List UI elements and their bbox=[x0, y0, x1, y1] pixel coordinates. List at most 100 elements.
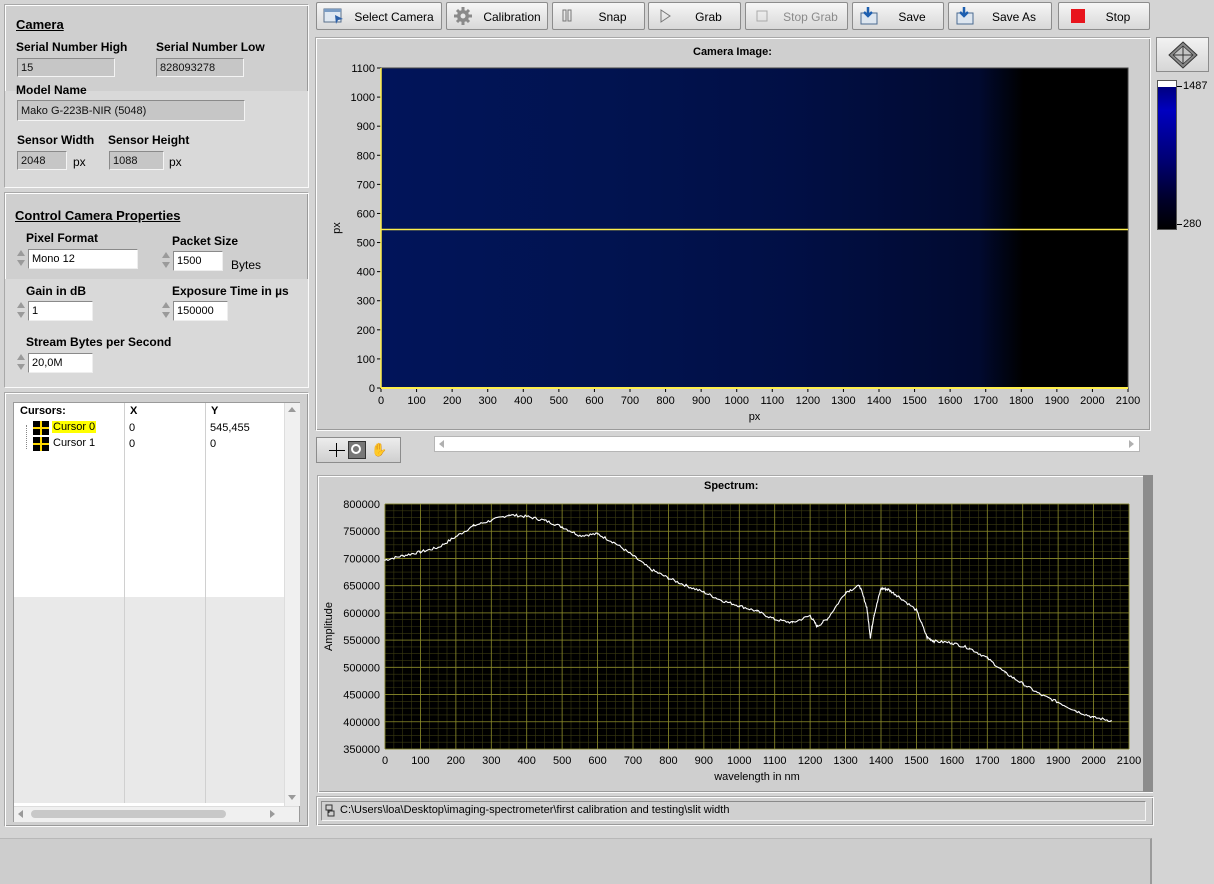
spectrum-point bbox=[873, 615, 875, 617]
x-tick-label: 1900 bbox=[1045, 395, 1069, 407]
save-as-label: Save As bbox=[991, 10, 1037, 24]
x-tick-label: 600 bbox=[585, 395, 603, 407]
cursor-move-tool-icon[interactable] bbox=[328, 443, 346, 457]
pixel-format-select[interactable]: Mono 12 bbox=[28, 249, 138, 269]
spectrum-point bbox=[756, 610, 758, 612]
gain-input[interactable]: 1 bbox=[28, 301, 93, 321]
color-ramp[interactable] bbox=[1157, 80, 1177, 230]
save-label: Save bbox=[898, 10, 926, 24]
select-camera-button[interactable]: Select Camera bbox=[316, 2, 442, 30]
serial-high-label: Serial Number High bbox=[16, 40, 128, 54]
control-panel: Control Camera Properties Pixel Format M… bbox=[4, 192, 309, 388]
grab-button[interactable]: Grab bbox=[648, 2, 741, 30]
spectrum-point bbox=[738, 605, 740, 607]
select-camera-label: Select Camera bbox=[354, 10, 434, 24]
y-tick-label: 750000 bbox=[343, 526, 380, 538]
scroll-left-icon[interactable] bbox=[18, 810, 23, 818]
cursor-name[interactable]: Cursor 1 bbox=[53, 437, 95, 449]
packet-size-input[interactable]: 1500 bbox=[173, 251, 223, 271]
spectrum-point bbox=[1022, 683, 1024, 685]
x-tick-label: 400 bbox=[518, 755, 536, 767]
pixel-format-label: Pixel Format bbox=[26, 231, 99, 245]
x-tick-label: 2000 bbox=[1081, 755, 1105, 767]
color-ramp-button[interactable] bbox=[1156, 37, 1209, 72]
horizontal-scroll-thumb[interactable] bbox=[31, 810, 226, 818]
sensor-height-label: Sensor Height bbox=[108, 133, 190, 147]
spectrum-point bbox=[1092, 716, 1095, 719]
x-tick-label: 600 bbox=[588, 755, 606, 767]
spectrum-point bbox=[859, 585, 861, 587]
image-scroll-left-icon[interactable] bbox=[439, 440, 444, 448]
cursor-panel: Cursors: X Y Cursor 0 0 545,455 Cursor 1… bbox=[4, 392, 309, 827]
path-browse-icon[interactable] bbox=[325, 804, 335, 818]
packet-size-spinner[interactable] bbox=[161, 250, 171, 272]
y-tick-label: 350000 bbox=[343, 744, 380, 756]
y-tick-label: 500 bbox=[357, 238, 375, 250]
x-tick-label: 1200 bbox=[796, 395, 820, 407]
sensor-width-value: 2048 bbox=[17, 151, 67, 170]
stream-spinner[interactable] bbox=[16, 352, 26, 374]
save-button[interactable]: Save bbox=[852, 2, 944, 30]
x-tick-label: 1800 bbox=[1009, 395, 1033, 407]
cursors-column-header[interactable]: Cursors: bbox=[20, 405, 66, 417]
control-heading: Control Camera Properties bbox=[15, 208, 181, 223]
x-tick-label: 1000 bbox=[727, 755, 751, 767]
snap-button[interactable]: Snap bbox=[552, 2, 645, 30]
path-display[interactable]: C:\Users\loa\Desktop\imaging-spectromete… bbox=[321, 801, 1146, 821]
x-tick-label: 1200 bbox=[798, 755, 822, 767]
spectrum-point bbox=[526, 515, 528, 518]
scroll-right-icon[interactable] bbox=[270, 810, 275, 818]
gain-label: Gain in dB bbox=[26, 284, 86, 298]
save-as-button[interactable]: Save As bbox=[948, 2, 1052, 30]
calibration-button[interactable]: Calibration bbox=[446, 2, 548, 30]
stop-grab-button[interactable]: Stop Grab bbox=[745, 2, 848, 30]
x-tick-label: 300 bbox=[482, 755, 500, 767]
y-column-header[interactable]: Y bbox=[211, 405, 218, 417]
horizontal-scrollbar[interactable] bbox=[14, 806, 299, 822]
cursor-row-0[interactable]: Cursor 0 0 545,455 bbox=[14, 420, 284, 436]
packet-size-unit: Bytes bbox=[231, 258, 262, 272]
column-divider-1 bbox=[124, 403, 125, 803]
grab-label: Grab bbox=[695, 10, 722, 24]
exposure-spinner[interactable] bbox=[161, 300, 171, 322]
image-scroll-right-icon[interactable] bbox=[1129, 440, 1134, 448]
x-tick-label: 1700 bbox=[975, 755, 999, 767]
spectrum-point bbox=[844, 591, 847, 593]
stream-label: Stream Bytes per Second bbox=[26, 335, 172, 349]
x-column-header[interactable]: X bbox=[130, 405, 137, 417]
stream-input[interactable]: 20,0M bbox=[28, 353, 93, 373]
vertical-scrollbar[interactable] bbox=[284, 403, 300, 806]
scroll-up-icon[interactable] bbox=[288, 407, 296, 412]
spectrum-point bbox=[809, 615, 811, 617]
pixel-format-spinner[interactable] bbox=[16, 248, 26, 270]
spectrum-point bbox=[827, 617, 829, 619]
camera-image-plot[interactable]: 0 100 200 300 400 500 600 700 800 900 1000 1100 1200… bbox=[315, 55, 1149, 435]
color-ramp-min: 280 bbox=[1183, 218, 1202, 230]
spectrum-point bbox=[951, 642, 953, 644]
image-scrollbar[interactable] bbox=[434, 436, 1140, 452]
x-tick-label: 1700 bbox=[973, 395, 997, 407]
stop-button[interactable]: Stop bbox=[1058, 2, 1150, 30]
x-tick-label: 1300 bbox=[833, 755, 857, 767]
spectrum-point bbox=[1110, 720, 1112, 722]
x-axis-label: px bbox=[749, 411, 761, 423]
cursor-list: Cursors: X Y Cursor 0 0 545,455 Cursor 1… bbox=[13, 402, 300, 822]
serial-low-value: 828093278 bbox=[156, 58, 244, 77]
pan-hand-icon[interactable]: ✋ bbox=[371, 442, 387, 458]
x-tick-label: 300 bbox=[479, 395, 497, 407]
x-tick-label: 500 bbox=[550, 395, 568, 407]
image-intensity bbox=[381, 68, 1128, 388]
bottom-bar bbox=[0, 838, 1152, 884]
scroll-down-icon[interactable] bbox=[288, 795, 296, 800]
gain-spinner[interactable] bbox=[16, 300, 26, 322]
y-tick-label: 800000 bbox=[343, 499, 380, 511]
zoom-tool-icon[interactable] bbox=[348, 441, 366, 459]
x-tick-label: 2100 bbox=[1116, 395, 1140, 407]
cursor-name[interactable]: Cursor 0 bbox=[52, 421, 97, 433]
cursor-row-1[interactable]: Cursor 1 0 0 bbox=[14, 436, 284, 452]
x-tick-label: 800 bbox=[659, 755, 677, 767]
exposure-input[interactable]: 150000 bbox=[173, 301, 228, 321]
y-tick-label: 1000 bbox=[351, 92, 375, 104]
spectrum-plot[interactable]: 0 100 200 300 400 500 600 700 800 900 1000 1100 1200… bbox=[317, 492, 1151, 792]
y-tick-label: 900 bbox=[357, 121, 375, 133]
